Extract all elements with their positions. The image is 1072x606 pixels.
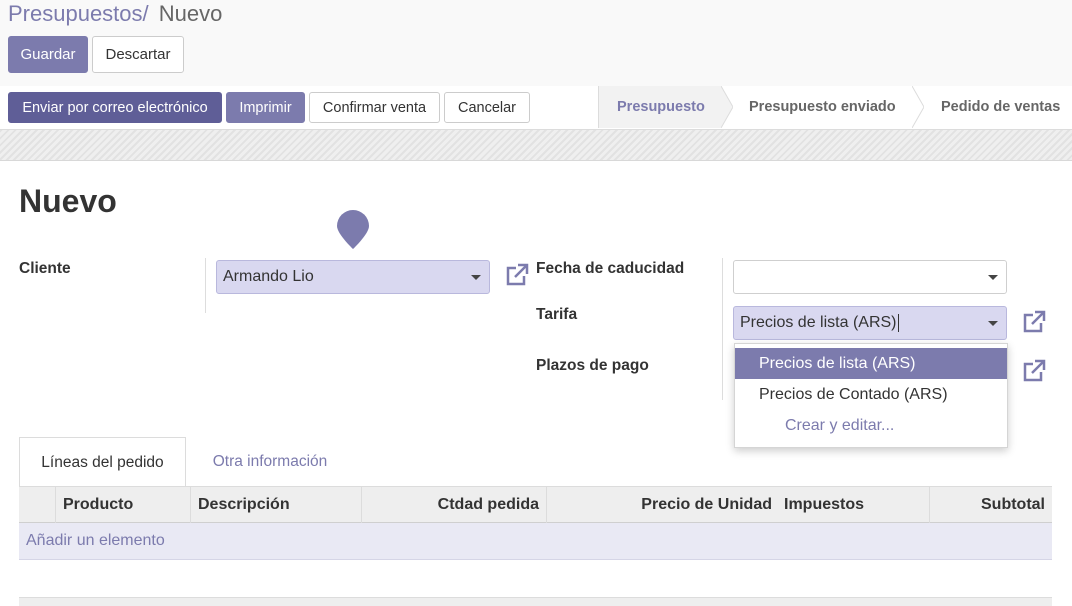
divider [205, 258, 206, 313]
breadcrumb-separator: / [142, 1, 149, 26]
stage-bar: Presupuesto Presupuesto enviado Pedido d… [598, 86, 1072, 128]
stage-sales-order[interactable]: Pedido de ventas [941, 86, 1072, 128]
column-unit-price[interactable]: Precio de Unidad [546, 487, 779, 523]
expiration-label: Fecha de caducidad [536, 260, 685, 277]
tab-other-info[interactable]: Otra información [195, 437, 345, 487]
dropdown-create-edit[interactable]: Crear y editar... [735, 410, 1007, 441]
text-cursor [897, 314, 899, 332]
pricelist-label: Tarifa [536, 306, 578, 323]
order-lines-header: Producto Descripción Ctdad pedida Precio… [19, 486, 1052, 523]
external-link-icon[interactable] [1021, 309, 1047, 335]
statusbar: Enviar por correo electrónico Imprimir C… [0, 86, 1072, 130]
breadcrumb-current: Nuevo [158, 1, 223, 26]
breadcrumb-parent[interactable]: Presupuestos [8, 1, 143, 26]
confirm-sale-button[interactable]: Confirmar venta [309, 92, 440, 123]
external-link-icon[interactable] [1021, 358, 1047, 384]
caret-down-icon[interactable] [471, 275, 481, 280]
column-description[interactable]: Descripción [190, 487, 361, 523]
caret-down-icon[interactable] [988, 321, 998, 326]
stage-chevron [912, 86, 924, 128]
tab-order-lines[interactable]: Líneas del pedido [19, 437, 186, 487]
add-line-link[interactable]: Añadir un elemento [19, 523, 1052, 560]
save-button[interactable]: Guardar [8, 36, 88, 73]
column-product[interactable]: Producto [55, 487, 190, 523]
sheet-background [0, 130, 1072, 161]
map-pin-icon [337, 210, 369, 249]
divider [722, 258, 723, 400]
column-subtotal[interactable]: Subtotal [929, 487, 1052, 523]
pricelist-dropdown: Precios de lista (ARS) Precios de Contad… [734, 343, 1008, 448]
caret-down-icon[interactable] [988, 275, 998, 280]
expiration-field[interactable] [733, 260, 1007, 294]
column-taxes[interactable]: Impuestos [777, 487, 929, 523]
control-panel: Presupuestos/ Nuevo Guardar Descartar [0, 0, 1072, 87]
dropdown-option-list-prices[interactable]: Precios de lista (ARS) [735, 348, 1007, 379]
cancel-button[interactable]: Cancelar [444, 92, 530, 123]
customer-label: Cliente [19, 260, 71, 277]
send-email-button[interactable]: Enviar por correo electrónico [8, 92, 222, 123]
customer-field[interactable]: Armando Lio [216, 260, 490, 294]
customer-value: Armando Lio [223, 268, 314, 285]
stage-quotation-sent[interactable]: Presupuesto enviado [749, 86, 909, 128]
external-link-icon[interactable] [504, 262, 530, 288]
payment-terms-label: Plazos de pago [536, 357, 649, 374]
pricelist-value: Precios de lista (ARS) [740, 314, 897, 331]
dropdown-option-cash-prices[interactable]: Precios de Contado (ARS) [735, 379, 1007, 410]
column-qty[interactable]: Ctdad pedida [361, 487, 546, 523]
stage-quotation[interactable]: Presupuesto [599, 86, 721, 128]
print-button[interactable]: Imprimir [226, 92, 305, 123]
discard-button[interactable]: Descartar [92, 36, 184, 73]
pricelist-field[interactable]: Precios de lista (ARS) [733, 306, 1007, 340]
breadcrumb: Presupuestos/ Nuevo [8, 1, 222, 27]
stage-chevron [721, 86, 733, 128]
record-title: Nuevo [19, 183, 117, 219]
handle-column [19, 487, 55, 523]
